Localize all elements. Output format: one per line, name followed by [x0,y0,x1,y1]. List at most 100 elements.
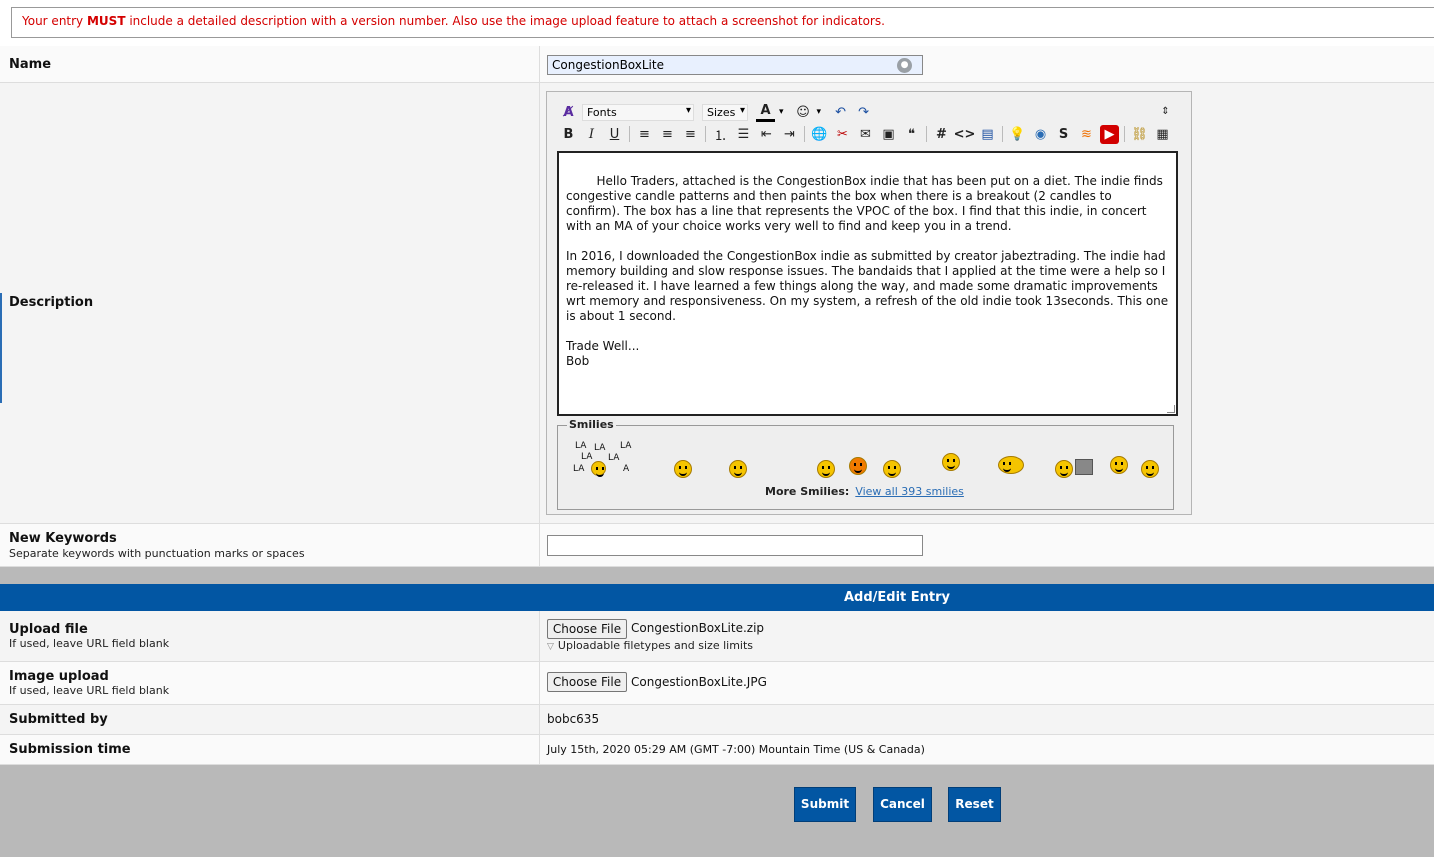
smiley-icon[interactable] [998,456,1024,474]
notice-text-pre: Your entry [22,14,87,28]
insert-link-icon[interactable]: 🌐 [810,125,829,144]
upload-limits-text: Uploadable filetypes and size limits [557,639,754,652]
reset-button[interactable]: Reset [948,787,1001,822]
image-upload-filename: CongestionBoxLite.JPG [631,675,767,689]
ordered-list-icon[interactable]: ⒈ [711,125,730,144]
grin-smiley-icon[interactable] [1141,460,1159,478]
smilies-box: Smilies LA LA LA LA LA LA A More Smilies… [557,418,1174,510]
lala-smiley-icon [591,461,606,477]
name-label: Name [9,57,52,72]
lala-text: LA [581,452,593,462]
html-icon[interactable]: <> [954,125,976,144]
italic-icon[interactable]: I [582,125,601,144]
submission-time-row: Submission time July 15th, 2020 05:29 AM… [0,735,1434,765]
notice-text-post: include a detailed description with a ve… [125,14,885,28]
smiley-dropdown-icon[interactable]: ▾ [817,107,822,117]
sleeping-smiley-icon[interactable] [1110,456,1128,474]
unordered-list-icon[interactable]: ☰ [734,125,753,144]
submitted-by-label: Submitted by [9,712,108,727]
keywords-hint: Separate keywords with punctuation marks… [9,547,305,560]
submitted-by-value: bobc635 [547,712,600,726]
smiley-icon[interactable] [849,457,867,475]
notice-area: Your entry MUST include a detailed descr… [0,0,1434,46]
insert-image-icon[interactable]: ▣ [879,125,898,144]
remove-format-icon[interactable]: A̸ [559,103,578,122]
computer-icon[interactable] [1075,459,1093,475]
section-gap [0,567,1434,584]
keywords-label: New Keywords [9,531,117,546]
more-smilies: More Smilies: View all 393 smilies [765,485,964,498]
image-upload-choose-button[interactable]: Choose File [547,672,627,692]
editor-toolbar-bottom: B I U ≡ ≡ ≡ ⒈ ☰ ⇤ ⇥ 🌐 ✂ ✉ ▣ ❝ # <> ▤ 💡 ◉… [559,124,1176,144]
media-disc-icon[interactable]: ◉ [1031,125,1050,144]
upload-file-choose-button[interactable]: Choose File [547,619,627,639]
youtube-icon[interactable]: ▶ [1100,124,1119,144]
view-all-smilies-link[interactable]: View all 393 smilies [855,485,964,498]
rich-text-editor: A̸ Fonts Sizes A ▾ ☺ ▾ ↶ ↷ ⇕ B I U ≡ ≡ ≡ [546,91,1192,515]
image-upload-row: Image upload If used, leave URL field bl… [0,662,1434,705]
image-upload-label: Image upload [9,669,109,684]
keywords-row: New Keywords Separate keywords with punc… [0,524,1434,567]
php-icon[interactable]: ▤ [978,125,997,144]
image-upload-hint: If used, leave URL field blank [9,684,170,697]
cancel-button[interactable]: Cancel [873,787,932,822]
chain-link-icon[interactable]: ⛓ [1130,125,1149,144]
outdent-icon[interactable]: ⇤ [757,125,776,144]
strike-icon[interactable]: S [1054,125,1073,144]
upload-limits-toggle[interactable]: ▽ Uploadable filetypes and size limits [547,639,753,652]
hint-bulb-icon[interactable]: 💡 [1008,125,1027,144]
align-left-icon[interactable]: ≡ [635,125,654,144]
smiley-icon[interactable] [942,453,960,471]
more-smilies-label: More Smilies: [765,485,850,498]
align-right-icon[interactable]: ≡ [681,125,700,144]
upload-file-row: Upload file If used, leave URL field bla… [0,611,1434,662]
resize-grip[interactable] [1167,405,1175,413]
sizes-select[interactable]: Sizes [702,103,748,121]
description-label: Description [9,295,94,310]
smiley-icon[interactable]: ☺ [794,103,813,122]
rss-icon[interactable]: ≋ [1077,125,1096,144]
quote-icon[interactable]: ❝ [902,125,921,144]
description-row: Description A̸ Fonts Sizes A ▾ ☺ ▾ ↶ ↷ ⇕… [0,83,1434,524]
indent-icon[interactable]: ⇥ [780,125,799,144]
autofill-icon[interactable]: ● [897,58,912,73]
entry-requirements-notice: Your entry MUST include a detailed descr… [11,7,1434,38]
redo-icon[interactable]: ↷ [854,103,873,122]
notice-emphasis: MUST [86,14,126,28]
smiley-icon[interactable] [1055,460,1073,478]
lala-text: LA [573,464,585,474]
name-row: Name CongestionBoxLite ● [0,46,1434,83]
smiley-icon[interactable] [817,460,835,478]
underline-icon[interactable]: U [605,125,624,144]
name-input[interactable]: CongestionBoxLite ● [547,55,923,75]
align-center-icon[interactable]: ≡ [658,125,677,144]
lala-text: LA [620,441,632,451]
lala-text: LA [575,441,587,451]
smiley-icon[interactable] [883,460,901,478]
submit-button[interactable]: Submit [794,787,856,822]
smilies-title: Smilies [567,418,616,431]
remove-link-icon[interactable]: ✂ [833,125,852,144]
font-color-dropdown-icon[interactable]: ▾ [779,107,784,117]
section-header: Add/Edit Entry [0,584,1434,611]
table-icon[interactable]: ▦ [1153,125,1172,144]
submission-time-value: July 15th, 2020 05:29 AM (GMT -7:00) Mou… [547,743,925,756]
upload-file-name: CongestionBoxLite.zip [631,621,765,635]
smile-icon[interactable] [729,460,747,478]
upload-file-hint: If used, leave URL field blank [9,637,170,650]
undo-icon[interactable]: ↶ [831,103,850,122]
smiley-lala[interactable]: LA LA LA LA LA LA A [573,441,633,477]
smiley-icon[interactable] [674,460,692,478]
keywords-input[interactable] [547,535,923,556]
upload-file-label: Upload file [9,622,88,637]
insert-email-icon[interactable]: ✉ [856,125,875,144]
description-text: Hello Traders, attached is the Congestio… [566,174,1169,368]
bold-icon[interactable]: B [559,125,578,144]
name-input-value: CongestionBoxLite [552,58,664,72]
fonts-select[interactable]: Fonts [582,103,694,121]
toggle-mode-icon[interactable]: ⇕ [1156,102,1175,121]
description-textarea[interactable]: Hello Traders, attached is the Congestio… [557,151,1178,416]
code-icon[interactable]: # [932,125,951,144]
editor-toolbar-top: A̸ Fonts Sizes A ▾ ☺ ▾ ↶ ↷ [559,102,877,122]
font-color-icon[interactable]: A [756,103,775,122]
